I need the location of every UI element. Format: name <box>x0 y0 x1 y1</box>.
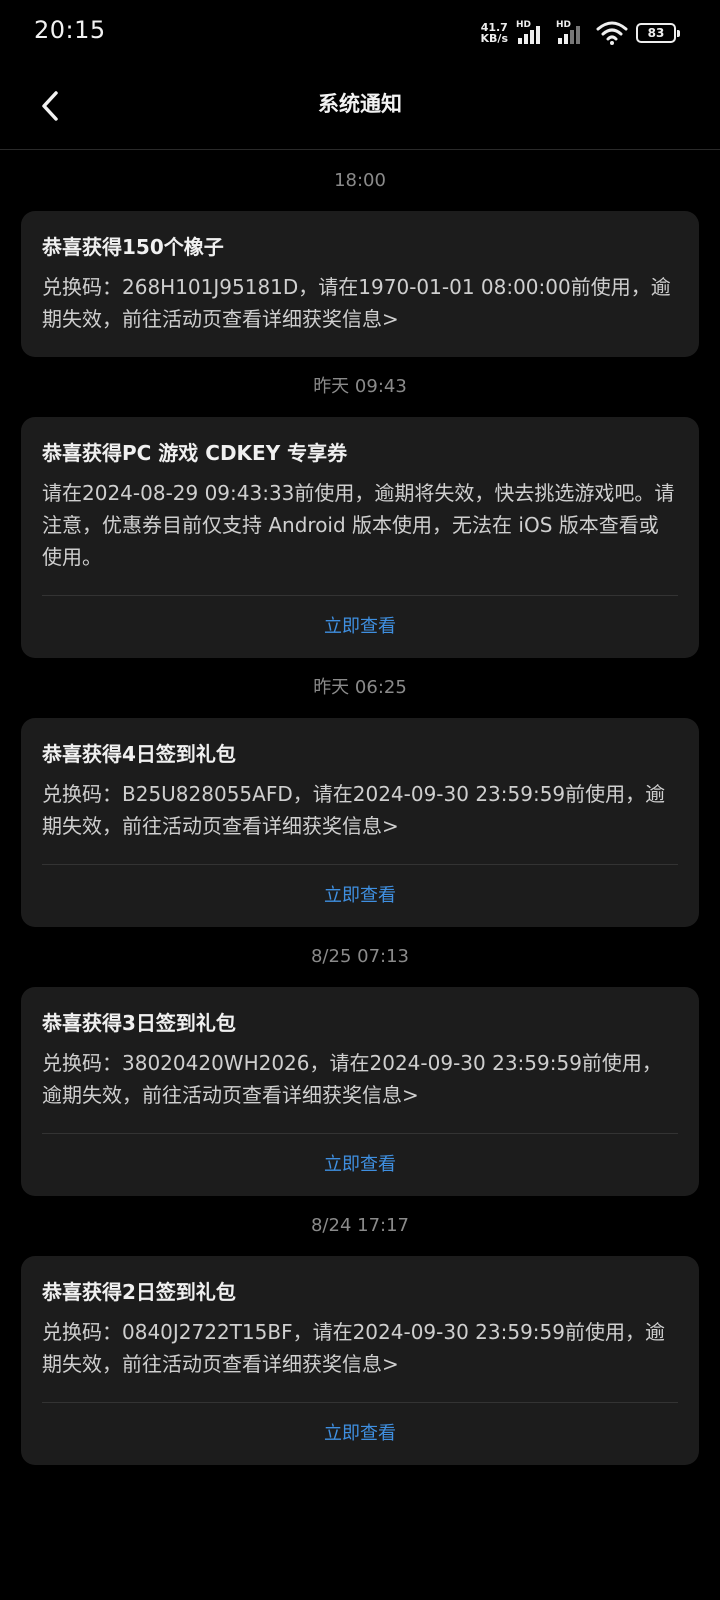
notification-body: 兑换码：268H101J95181D，请在1970-01-01 08:00:00… <box>42 275 671 331</box>
view-now-link[interactable]: 立即查看 <box>42 865 678 927</box>
network-speed: 41.7 KB/s <box>481 22 508 44</box>
notification-title: 恭喜获得2日签到礼包 <box>42 1280 236 1304</box>
view-now-link[interactable]: 立即查看 <box>42 596 678 658</box>
notification-body: 兑换码：38020420WH2026，请在2024-09-30 23:59:59… <box>42 1051 662 1107</box>
status-icons: 41.7 KB/s HD HD 83 <box>481 18 680 48</box>
view-now-link[interactable]: 立即查看 <box>42 1134 678 1196</box>
notification-card[interactable]: 恭喜获得PC 游戏 CDKEY 专享券 请在2024-08-29 09:43:3… <box>21 417 699 658</box>
page-title: 系统通知 <box>318 92 402 116</box>
notification-feed[interactable]: 18:00 恭喜获得150个橡子 兑换码：268H101J95181D，请在19… <box>0 151 720 1465</box>
nav-bar: 系统通知 <box>0 66 720 150</box>
notification-time: 18:00 <box>334 170 386 191</box>
notification-title: 恭喜获得PC 游戏 CDKEY 专享券 <box>42 441 348 465</box>
notification-title: 恭喜获得4日签到礼包 <box>42 742 236 766</box>
notification-title: 恭喜获得3日签到礼包 <box>42 1011 236 1035</box>
notification-time: 昨天 09:43 <box>313 376 407 397</box>
status-time: 20:15 <box>34 16 106 44</box>
notification-time: 昨天 06:25 <box>313 677 407 698</box>
notification-time: 8/24 17:17 <box>310 1215 409 1236</box>
notification-card[interactable]: 恭喜获得4日签到礼包 兑换码：B25U828055AFD，请在2024-09-3… <box>21 718 699 927</box>
signal-icon: HD <box>516 20 548 46</box>
status-bar: 20:15 41.7 KB/s HD HD 83 <box>0 0 720 66</box>
notification-body: 兑换码：0840J2722T15BF，请在2024-09-30 23:59:59… <box>42 1320 665 1376</box>
view-now-link[interactable]: 立即查看 <box>42 1403 678 1465</box>
network-speed-unit: KB/s <box>480 32 508 45</box>
battery-icon: 83 <box>636 23 680 43</box>
signal-icon: HD <box>556 20 588 46</box>
notification-body: 兑换码：B25U828055AFD，请在2024-09-30 23:59:59前… <box>42 782 666 838</box>
wifi-icon <box>596 21 628 45</box>
notification-title: 恭喜获得150个橡子 <box>42 235 224 259</box>
notification-body: 请在2024-08-29 09:43:33前使用，逾期将失效，快去挑选游戏吧。请… <box>42 481 675 569</box>
notification-card[interactable]: 恭喜获得150个橡子 兑换码：268H101J95181D，请在1970-01-… <box>21 211 699 357</box>
notification-time: 8/25 07:13 <box>310 946 409 967</box>
notification-card[interactable]: 恭喜获得3日签到礼包 兑换码：38020420WH2026，请在2024-09-… <box>21 987 699 1196</box>
notification-card[interactable]: 恭喜获得2日签到礼包 兑换码：0840J2722T15BF，请在2024-09-… <box>21 1256 699 1465</box>
